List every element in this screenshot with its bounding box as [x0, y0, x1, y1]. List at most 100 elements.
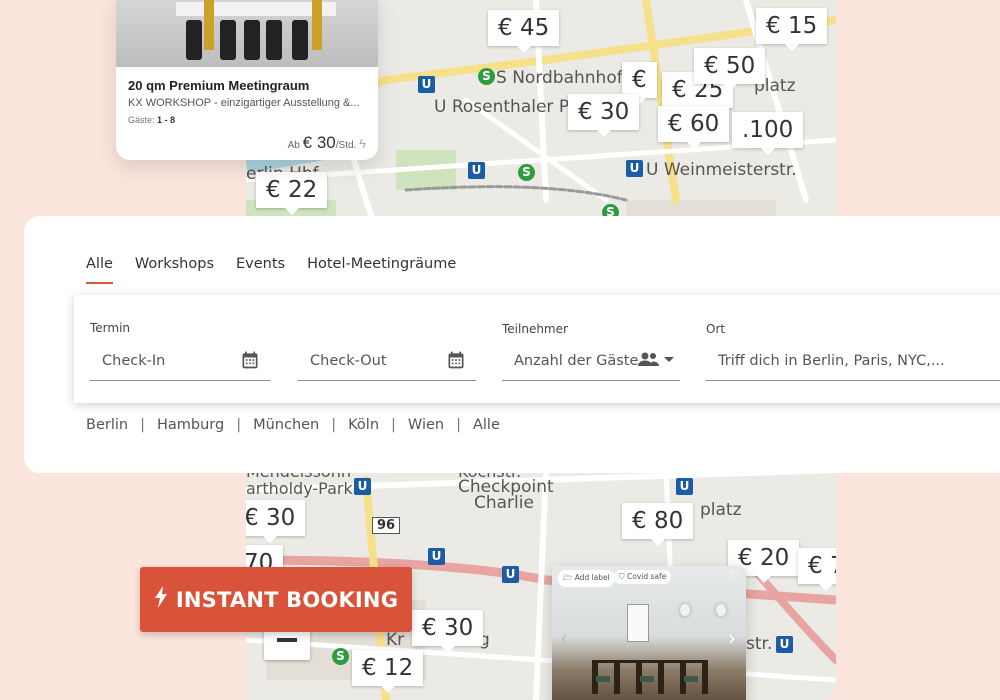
- price-pin[interactable]: € 30: [412, 610, 484, 653]
- city-separator: |: [236, 417, 242, 433]
- city-link-koeln[interactable]: Köln: [348, 417, 379, 433]
- location-field[interactable]: Triff dich in Berlin, Paris, NYC,...: [706, 341, 1000, 381]
- instant-booking-label: INSTANT BOOKING: [175, 587, 399, 612]
- price-unit: /Std.: [335, 140, 357, 151]
- listing-price: Ab € 30/Std. ϟ: [288, 133, 366, 153]
- map-label-str: str.: [746, 634, 773, 654]
- road-number-badge: 96: [372, 517, 401, 534]
- calendar-icon: [448, 351, 464, 369]
- price-pin[interactable]: € 15: [756, 8, 828, 51]
- checkin-placeholder: Check-In: [102, 353, 166, 369]
- map-label-kr: Kr: [386, 630, 405, 650]
- map-label-bartholdy: artholdy-Park: [246, 479, 353, 498]
- price-pin[interactable]: € 60: [658, 106, 730, 149]
- people-dropdown-icon: [638, 352, 674, 366]
- guests-value: 1 - 8: [157, 115, 176, 125]
- lightning-icon: ϟ: [359, 136, 366, 151]
- sbahn-icon: S: [518, 164, 535, 181]
- lightning-icon: [154, 586, 168, 613]
- city-separator: |: [456, 417, 461, 433]
- listing-guests: Gäste: 1 - 8: [128, 115, 175, 125]
- ubahn-icon: U: [676, 478, 693, 495]
- ort-label: Ort: [706, 322, 726, 336]
- covid-safe-badge: ⛉ Covid safe: [614, 570, 672, 584]
- listing-photo: [116, 0, 378, 67]
- category-tabs: Alle Workshops Events Hotel-Meetingräume: [86, 256, 478, 284]
- location-placeholder: Triff dich in Berlin, Paris, NYC,...: [718, 353, 945, 369]
- sbahn-icon: S: [332, 648, 349, 665]
- price-pin[interactable]: € 50: [694, 48, 766, 91]
- lamp-photo-detail: [680, 604, 690, 616]
- map-label-rosenthaler: U Rosenthaler P: [434, 97, 570, 117]
- price-amount: € 30: [302, 133, 336, 152]
- city-link-berlin[interactable]: Berlin: [86, 417, 128, 433]
- checkin-field[interactable]: Check-In: [90, 341, 270, 381]
- tab-alle[interactable]: Alle: [86, 256, 113, 284]
- ubahn-icon: U: [354, 478, 371, 495]
- price-pin[interactable]: € 22: [256, 172, 328, 215]
- listing-card[interactable]: 20 qm Premium Meetingraum KX WORKSHOP - …: [116, 0, 378, 160]
- instant-booking-button[interactable]: INSTANT BOOKING: [140, 567, 412, 632]
- ubahn-icon: U: [626, 160, 643, 177]
- city-separator: |: [140, 417, 145, 433]
- city-link-alle[interactable]: Alle: [473, 417, 500, 433]
- price-pin[interactable]: € 30: [246, 500, 306, 543]
- guests-field[interactable]: Anzahl der Gäste: [502, 341, 680, 381]
- photo-stand: [204, 0, 214, 50]
- sbahn-icon: S: [478, 68, 495, 85]
- add-label-text: Add label: [574, 573, 610, 582]
- chairs-photo-detail: [592, 660, 708, 694]
- map-label-platz: platz: [700, 500, 742, 520]
- map-label-weinmeister: U Weinmeisterstr.: [646, 160, 797, 180]
- tab-workshops[interactable]: Workshops: [135, 256, 214, 284]
- checkout-field[interactable]: Check-Out: [298, 341, 476, 381]
- city-separator: |: [391, 417, 396, 433]
- guests-placeholder: Anzahl der Gäste: [514, 353, 639, 369]
- guests-label: Gäste:: [128, 115, 155, 125]
- listing-description: KX WORKSHOP - einzigartiger Ausstellung …: [128, 97, 360, 109]
- listing-title: 20 qm Premium Meetingraum: [128, 78, 310, 93]
- price-pin[interactable]: .100: [732, 112, 804, 155]
- tab-events[interactable]: Events: [236, 256, 285, 284]
- teilnehmer-label: Teilnehmer: [502, 322, 568, 336]
- covid-safe-text: Covid safe: [627, 572, 667, 581]
- price-pin[interactable]: € 7: [798, 548, 836, 591]
- price-pin[interactable]: € 12: [352, 650, 424, 693]
- lamp-photo-detail: [716, 604, 726, 616]
- shield-icon: ⛉: [619, 572, 625, 581]
- ubahn-icon: U: [418, 76, 435, 93]
- photo-chair: [220, 20, 236, 60]
- tab-hotel-meetingraeume[interactable]: Hotel-Meetingräume: [307, 256, 456, 284]
- ubahn-icon: U: [468, 162, 485, 179]
- photo-chair: [292, 20, 308, 60]
- price-pin[interactable]: € 45: [488, 10, 560, 53]
- termin-label: Termin: [90, 321, 131, 335]
- city-links: Berlin | Hamburg | München | Köln | Wien…: [86, 417, 500, 433]
- price-pin[interactable]: € 80: [622, 503, 694, 546]
- price-pin[interactable]: € 30: [568, 94, 640, 137]
- chevron-right-icon[interactable]: ›: [728, 626, 736, 650]
- add-label-badge[interactable]: 🗁 Add label: [558, 570, 615, 587]
- map-label-nordbahnhof: S Nordbahnhof: [496, 68, 623, 88]
- city-link-muenchen[interactable]: München: [253, 417, 319, 433]
- city-separator: |: [331, 417, 337, 433]
- ubahn-icon: U: [428, 548, 445, 565]
- city-link-wien[interactable]: Wien: [408, 417, 444, 433]
- listing-photo-card[interactable]: 🗁 Add label ⛉ Covid safe ♡ ‹ ›: [552, 566, 746, 700]
- calendar-icon: [242, 351, 258, 369]
- city-link-hamburg[interactable]: Hamburg: [157, 417, 224, 433]
- search-form: Termin Check-In Check-Out Teilnehmer Anz…: [74, 295, 1000, 403]
- map-label-charlie: Charlie: [474, 493, 534, 513]
- ubahn-icon: U: [776, 636, 793, 653]
- price-prefix: Ab: [287, 140, 300, 151]
- ubahn-icon: U: [502, 566, 519, 583]
- search-panel: Alle Workshops Events Hotel-Meetingräume…: [24, 216, 1000, 473]
- photo-chair: [244, 20, 260, 60]
- minus-icon: [277, 638, 297, 642]
- whiteboard-photo-detail: [627, 604, 649, 642]
- heart-icon[interactable]: ♡: [729, 568, 740, 582]
- chevron-left-icon[interactable]: ‹: [560, 626, 568, 650]
- price-pin[interactable]: €: [622, 62, 657, 105]
- checkout-placeholder: Check-Out: [310, 353, 387, 369]
- photo-stand: [312, 0, 322, 50]
